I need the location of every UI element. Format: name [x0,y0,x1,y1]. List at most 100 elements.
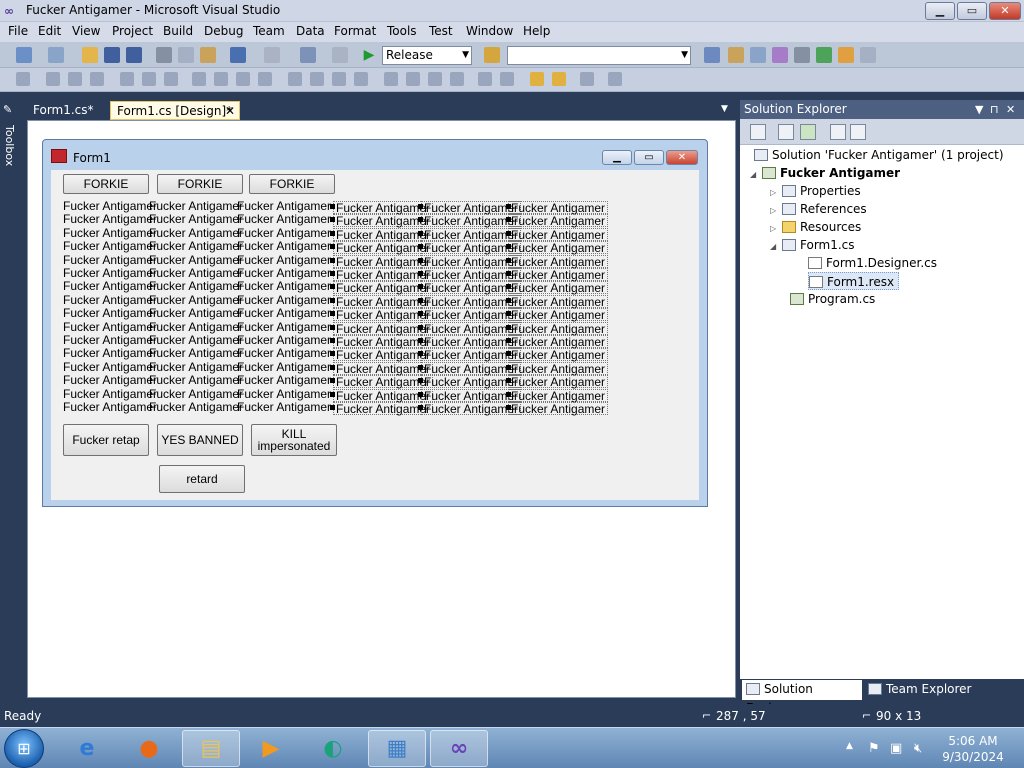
size-to-grid-icon[interactable] [258,72,272,86]
fucker-antigamer-label[interactable]: Fucker Antigamer [149,334,243,347]
solution-configuration-select[interactable]: Release ▼ [382,46,472,65]
selection-handle[interactable] [418,204,423,209]
selection-handle[interactable] [330,391,335,397]
selection-handle[interactable] [418,284,423,290]
selection-handle[interactable] [506,284,511,290]
minimize-button[interactable]: ▁ [925,2,955,20]
paste-icon[interactable] [200,47,216,63]
redo-icon[interactable] [264,47,280,63]
selection-handle[interactable] [330,297,335,303]
selection-handle[interactable] [418,378,423,384]
align-tops-icon[interactable] [120,72,134,86]
selection-handle[interactable] [506,338,511,343]
selection-handle[interactable] [418,257,423,263]
refresh-icon[interactable] [800,124,816,140]
selection-handle[interactable] [330,351,335,357]
form-maximize-button[interactable]: ▭ [634,150,664,165]
fucker-antigamer-label[interactable]: Fucker Antigamer [149,347,243,360]
fucker-antigamer-label[interactable]: Fucker Antigamer [508,281,609,295]
fucker-antigamer-label[interactable]: Fucker Antigamer [237,307,331,320]
fucker-antigamer-label[interactable]: Fucker Antigamer [63,307,157,320]
selection-handle[interactable] [506,405,511,410]
fucker-antigamer-label[interactable]: Fucker Antigamer [237,374,331,387]
toolbox-strip[interactable]: ✎ Toolbox [0,100,20,700]
vertical-spacing-increase-icon[interactable] [406,72,420,86]
fucker-antigamer-label[interactable]: Fucker Antigamer [508,375,609,389]
close-button[interactable]: ✕ [989,2,1021,20]
taskbar-clock[interactable]: 5:06 AM 9/30/2024 [937,733,1009,765]
panel-close-icon[interactable]: ✕ [1006,100,1015,119]
vertical-spacing-decrease-icon[interactable] [428,72,442,86]
selection-handle[interactable] [330,311,335,317]
selection-handle[interactable] [330,284,335,290]
tree-item-properties[interactable]: ▷ Properties [770,182,861,200]
media-player-icon[interactable]: ▶ [242,730,300,767]
center-horizontally-icon[interactable] [478,72,492,86]
center-vertically-icon[interactable] [500,72,514,86]
fucker-antigamer-label[interactable]: Fucker Antigamer [63,240,157,253]
selection-handle[interactable] [418,271,423,276]
fucker-antigamer-label[interactable]: Fucker Antigamer [237,320,331,334]
vertical-spacing-equal-icon[interactable] [384,72,398,86]
extension-manager-icon[interactable] [838,47,854,63]
fucker-antigamer-label[interactable]: Fucker Antigamer [63,293,157,307]
kill-impersonated-button[interactable]: KILL impersonated [251,424,337,456]
properties-icon[interactable] [728,47,744,63]
fucker-antigamer-label[interactable]: Fucker Antigamer [149,320,243,334]
tree-item-form1-resx[interactable]: Form1.resx [808,272,900,290]
collapse-arrow-icon[interactable]: ◢ [750,166,762,184]
fucker-antigamer-label[interactable]: Fucker Antigamer [508,321,609,335]
selection-handle[interactable] [330,405,335,410]
collapse-arrow-icon[interactable]: ◢ [770,238,782,256]
command-window-icon[interactable] [860,47,876,63]
save-all-icon[interactable] [126,47,142,63]
selection-handle[interactable] [330,244,335,250]
fucker-antigamer-label[interactable]: Fucker Antigamer [508,388,609,402]
copy-icon[interactable] [178,47,194,63]
fucker-antigamer-label[interactable]: Fucker Antigamer [149,374,243,387]
selection-handle[interactable] [330,230,335,236]
selection-handle[interactable] [330,378,335,384]
fucker-antigamer-label[interactable]: Fucker Antigamer [149,213,243,226]
menu-help[interactable]: Help [523,24,550,38]
bring-to-front-icon[interactable] [530,72,544,86]
selection-handle[interactable] [506,204,511,209]
add-item-icon[interactable] [48,47,64,63]
yes-banned-button[interactable]: YES BANNED [157,424,243,456]
undo-icon[interactable] [230,47,246,63]
visual-studio-icon[interactable]: ∞ [430,730,488,767]
menu-edit[interactable]: Edit [38,24,61,38]
selection-handle[interactable] [506,378,511,384]
align-to-grid-icon[interactable] [16,72,30,86]
fucker-antigamer-label[interactable]: Fucker Antigamer [149,280,243,293]
fucker-antigamer-label[interactable]: Fucker Antigamer [63,334,157,347]
fucker-antigamer-label[interactable]: Fucker Antigamer [237,387,331,401]
menu-window[interactable]: Window [466,24,513,38]
control-panel-icon[interactable]: ▦ [368,730,426,767]
tree-item-project[interactable]: ◢ Fucker Antigamer [750,164,900,182]
menu-view[interactable]: View [72,24,100,38]
tab-order-icon[interactable] [580,72,594,86]
menu-team[interactable]: Team [253,24,285,38]
fucker-antigamer-label[interactable]: Fucker Antigamer [508,268,609,282]
toolbox-icon[interactable] [772,47,788,63]
tree-item-resources[interactable]: ▷ Resources [770,218,861,236]
fucker-antigamer-label[interactable]: Fucker Antigamer [237,360,331,374]
fucker-antigamer-label[interactable]: Fucker Antigamer [508,348,609,362]
fucker-antigamer-label[interactable]: Fucker Antigamer [63,200,157,213]
panel-dropdown-icon[interactable]: ▼ [975,100,983,119]
menu-test[interactable]: Test [429,24,453,38]
fucker-antigamer-label[interactable]: Fucker Antigamer [149,360,243,374]
menu-format[interactable]: Format [334,24,376,38]
form-close-button[interactable]: ✕ [666,150,698,165]
navigate-forward-icon[interactable] [332,47,348,63]
selection-handle[interactable] [418,217,423,223]
selection-handle[interactable] [506,324,511,330]
properties-icon[interactable] [750,124,766,140]
make-same-size-icon[interactable] [236,72,250,86]
file-explorer-icon[interactable]: ▤ [182,730,240,767]
fucker-antigamer-label[interactable]: Fucker Antigamer [63,280,157,293]
new-project-icon[interactable] [16,47,32,63]
forkie-button-2[interactable]: FORKIE [157,174,243,194]
fucker-antigamer-label[interactable]: Fucker Antigamer [63,226,157,240]
